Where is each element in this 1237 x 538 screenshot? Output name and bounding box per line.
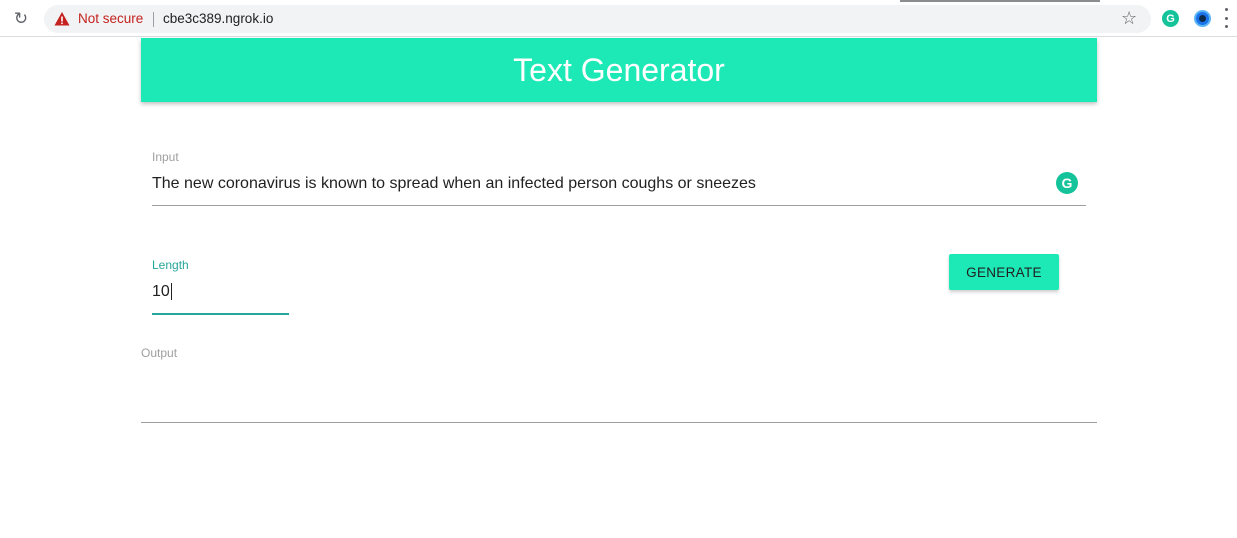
- security-status[interactable]: Not secure: [78, 11, 143, 26]
- extension-icon[interactable]: [1194, 10, 1211, 27]
- address-bar[interactable]: Not secure cbe3c389.ngrok.io ☆: [44, 5, 1151, 33]
- generate-button[interactable]: GENERATE: [949, 254, 1059, 290]
- input-underline: [152, 205, 1086, 206]
- grammarly-extension-icon[interactable]: G: [1162, 10, 1179, 27]
- length-label: Length: [152, 258, 189, 272]
- length-underline: [152, 313, 289, 315]
- divider: [153, 12, 154, 27]
- page-title: Text Generator: [513, 51, 725, 88]
- output-field[interactable]: [141, 365, 1097, 421]
- output-underline: [141, 422, 1097, 423]
- output-label: Output: [141, 346, 178, 360]
- more-vert-icon[interactable]: [1224, 8, 1228, 28]
- app-header: Text Generator: [141, 38, 1097, 102]
- length-field[interactable]: 10: [152, 283, 172, 301]
- input-label: Input: [152, 150, 179, 164]
- input-field[interactable]: The new coronavirus is known to spread w…: [152, 175, 756, 193]
- tab-strip-edge: [900, 0, 1100, 2]
- star-icon[interactable]: ☆: [1121, 8, 1137, 29]
- text-cursor: [170, 283, 172, 300]
- browser-toolbar: ↻ Not secure cbe3c389.ngrok.io ☆ G: [0, 0, 1237, 37]
- reload-icon[interactable]: ↻: [11, 9, 31, 29]
- warning-icon: [54, 12, 70, 26]
- length-value: 10: [152, 283, 170, 300]
- grammarly-icon[interactable]: G: [1056, 172, 1078, 194]
- url-text[interactable]: cbe3c389.ngrok.io: [163, 11, 273, 26]
